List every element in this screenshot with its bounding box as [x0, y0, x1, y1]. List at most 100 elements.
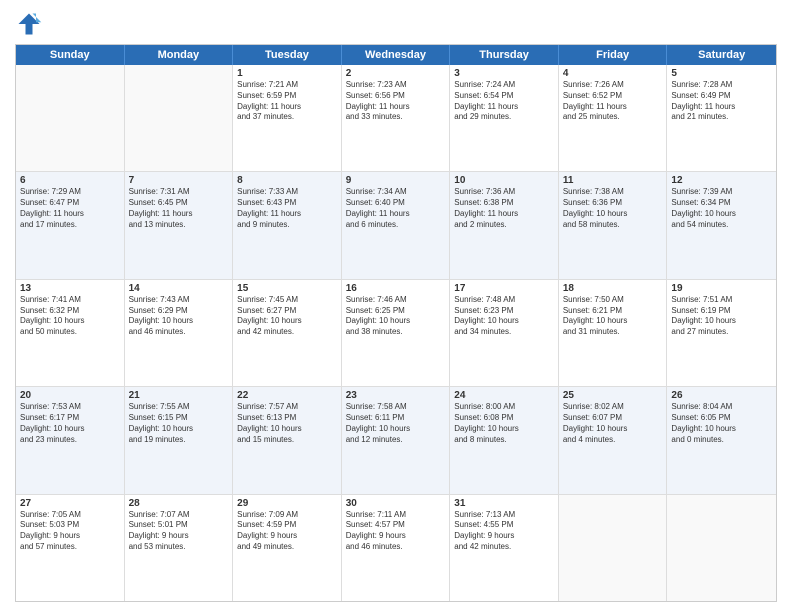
day-number: 14	[129, 283, 229, 294]
calendar-body: 1Sunrise: 7:21 AM Sunset: 6:59 PM Daylig…	[16, 65, 776, 601]
cal-cell-3-3: 23Sunrise: 7:58 AM Sunset: 6:11 PM Dayli…	[342, 387, 451, 493]
day-number: 16	[346, 283, 446, 294]
cal-cell-4-5	[559, 495, 668, 601]
cal-cell-2-1: 14Sunrise: 7:43 AM Sunset: 6:29 PM Dayli…	[125, 280, 234, 386]
cal-cell-0-4: 3Sunrise: 7:24 AM Sunset: 6:54 PM Daylig…	[450, 65, 559, 171]
cal-cell-0-0	[16, 65, 125, 171]
cell-text: Sunrise: 7:28 AM Sunset: 6:49 PM Dayligh…	[671, 80, 772, 123]
day-number: 25	[563, 390, 663, 401]
day-number: 9	[346, 175, 446, 186]
day-number: 27	[20, 498, 120, 509]
cell-text: Sunrise: 7:31 AM Sunset: 6:45 PM Dayligh…	[129, 187, 229, 230]
cal-cell-0-5: 4Sunrise: 7:26 AM Sunset: 6:52 PM Daylig…	[559, 65, 668, 171]
cal-cell-3-2: 22Sunrise: 7:57 AM Sunset: 6:13 PM Dayli…	[233, 387, 342, 493]
cal-cell-3-4: 24Sunrise: 8:00 AM Sunset: 6:08 PM Dayli…	[450, 387, 559, 493]
cal-cell-2-5: 18Sunrise: 7:50 AM Sunset: 6:21 PM Dayli…	[559, 280, 668, 386]
day-number: 6	[20, 175, 120, 186]
cal-cell-1-6: 12Sunrise: 7:39 AM Sunset: 6:34 PM Dayli…	[667, 172, 776, 278]
cell-text: Sunrise: 8:00 AM Sunset: 6:08 PM Dayligh…	[454, 402, 554, 445]
cal-cell-1-0: 6Sunrise: 7:29 AM Sunset: 6:47 PM Daylig…	[16, 172, 125, 278]
cell-text: Sunrise: 7:29 AM Sunset: 6:47 PM Dayligh…	[20, 187, 120, 230]
day-number: 4	[563, 68, 663, 79]
calendar-row-3: 20Sunrise: 7:53 AM Sunset: 6:17 PM Dayli…	[16, 387, 776, 494]
day-number: 26	[671, 390, 772, 401]
day-number: 24	[454, 390, 554, 401]
day-number: 22	[237, 390, 337, 401]
cell-text: Sunrise: 7:45 AM Sunset: 6:27 PM Dayligh…	[237, 295, 337, 338]
day-number: 19	[671, 283, 772, 294]
header-cell-sunday: Sunday	[16, 45, 125, 65]
cell-text: Sunrise: 7:50 AM Sunset: 6:21 PM Dayligh…	[563, 295, 663, 338]
cell-text: Sunrise: 7:38 AM Sunset: 6:36 PM Dayligh…	[563, 187, 663, 230]
day-number: 3	[454, 68, 554, 79]
cal-cell-0-3: 2Sunrise: 7:23 AM Sunset: 6:56 PM Daylig…	[342, 65, 451, 171]
calendar-row-1: 6Sunrise: 7:29 AM Sunset: 6:47 PM Daylig…	[16, 172, 776, 279]
cell-text: Sunrise: 7:36 AM Sunset: 6:38 PM Dayligh…	[454, 187, 554, 230]
cell-text: Sunrise: 7:05 AM Sunset: 5:03 PM Dayligh…	[20, 510, 120, 553]
cell-text: Sunrise: 7:21 AM Sunset: 6:59 PM Dayligh…	[237, 80, 337, 123]
day-number: 7	[129, 175, 229, 186]
cell-text: Sunrise: 7:43 AM Sunset: 6:29 PM Dayligh…	[129, 295, 229, 338]
cal-cell-3-1: 21Sunrise: 7:55 AM Sunset: 6:15 PM Dayli…	[125, 387, 234, 493]
cal-cell-3-5: 25Sunrise: 8:02 AM Sunset: 6:07 PM Dayli…	[559, 387, 668, 493]
logo	[15, 10, 47, 38]
day-number: 8	[237, 175, 337, 186]
cell-text: Sunrise: 8:02 AM Sunset: 6:07 PM Dayligh…	[563, 402, 663, 445]
cal-cell-2-3: 16Sunrise: 7:46 AM Sunset: 6:25 PM Dayli…	[342, 280, 451, 386]
cal-cell-1-5: 11Sunrise: 7:38 AM Sunset: 6:36 PM Dayli…	[559, 172, 668, 278]
cell-text: Sunrise: 7:46 AM Sunset: 6:25 PM Dayligh…	[346, 295, 446, 338]
cal-cell-2-4: 17Sunrise: 7:48 AM Sunset: 6:23 PM Dayli…	[450, 280, 559, 386]
day-number: 10	[454, 175, 554, 186]
calendar-row-2: 13Sunrise: 7:41 AM Sunset: 6:32 PM Dayli…	[16, 280, 776, 387]
cal-cell-3-6: 26Sunrise: 8:04 AM Sunset: 6:05 PM Dayli…	[667, 387, 776, 493]
cal-cell-1-4: 10Sunrise: 7:36 AM Sunset: 6:38 PM Dayli…	[450, 172, 559, 278]
day-number: 2	[346, 68, 446, 79]
cal-cell-4-2: 29Sunrise: 7:09 AM Sunset: 4:59 PM Dayli…	[233, 495, 342, 601]
cell-text: Sunrise: 7:55 AM Sunset: 6:15 PM Dayligh…	[129, 402, 229, 445]
day-number: 23	[346, 390, 446, 401]
cal-cell-2-6: 19Sunrise: 7:51 AM Sunset: 6:19 PM Dayli…	[667, 280, 776, 386]
day-number: 12	[671, 175, 772, 186]
cal-cell-0-6: 5Sunrise: 7:28 AM Sunset: 6:49 PM Daylig…	[667, 65, 776, 171]
cal-cell-1-3: 9Sunrise: 7:34 AM Sunset: 6:40 PM Daylig…	[342, 172, 451, 278]
cal-cell-1-2: 8Sunrise: 7:33 AM Sunset: 6:43 PM Daylig…	[233, 172, 342, 278]
cell-text: Sunrise: 7:09 AM Sunset: 4:59 PM Dayligh…	[237, 510, 337, 553]
logo-icon	[15, 10, 43, 38]
cal-cell-2-2: 15Sunrise: 7:45 AM Sunset: 6:27 PM Dayli…	[233, 280, 342, 386]
day-number: 21	[129, 390, 229, 401]
cell-text: Sunrise: 7:34 AM Sunset: 6:40 PM Dayligh…	[346, 187, 446, 230]
header-cell-wednesday: Wednesday	[342, 45, 451, 65]
cell-text: Sunrise: 7:07 AM Sunset: 5:01 PM Dayligh…	[129, 510, 229, 553]
cal-cell-0-1	[125, 65, 234, 171]
cell-text: Sunrise: 7:41 AM Sunset: 6:32 PM Dayligh…	[20, 295, 120, 338]
calendar: SundayMondayTuesdayWednesdayThursdayFrid…	[15, 44, 777, 602]
cal-cell-4-6	[667, 495, 776, 601]
header-cell-thursday: Thursday	[450, 45, 559, 65]
day-number: 18	[563, 283, 663, 294]
header-cell-saturday: Saturday	[667, 45, 776, 65]
cell-text: Sunrise: 7:33 AM Sunset: 6:43 PM Dayligh…	[237, 187, 337, 230]
cell-text: Sunrise: 7:11 AM Sunset: 4:57 PM Dayligh…	[346, 510, 446, 553]
cell-text: Sunrise: 8:04 AM Sunset: 6:05 PM Dayligh…	[671, 402, 772, 445]
day-number: 30	[346, 498, 446, 509]
cell-text: Sunrise: 7:53 AM Sunset: 6:17 PM Dayligh…	[20, 402, 120, 445]
cal-cell-4-3: 30Sunrise: 7:11 AM Sunset: 4:57 PM Dayli…	[342, 495, 451, 601]
calendar-header: SundayMondayTuesdayWednesdayThursdayFrid…	[16, 45, 776, 65]
day-number: 17	[454, 283, 554, 294]
cal-cell-4-0: 27Sunrise: 7:05 AM Sunset: 5:03 PM Dayli…	[16, 495, 125, 601]
cal-cell-3-0: 20Sunrise: 7:53 AM Sunset: 6:17 PM Dayli…	[16, 387, 125, 493]
cell-text: Sunrise: 7:26 AM Sunset: 6:52 PM Dayligh…	[563, 80, 663, 123]
day-number: 31	[454, 498, 554, 509]
calendar-row-0: 1Sunrise: 7:21 AM Sunset: 6:59 PM Daylig…	[16, 65, 776, 172]
cell-text: Sunrise: 7:13 AM Sunset: 4:55 PM Dayligh…	[454, 510, 554, 553]
cell-text: Sunrise: 7:57 AM Sunset: 6:13 PM Dayligh…	[237, 402, 337, 445]
cell-text: Sunrise: 7:24 AM Sunset: 6:54 PM Dayligh…	[454, 80, 554, 123]
header-cell-monday: Monday	[125, 45, 234, 65]
day-number: 29	[237, 498, 337, 509]
cell-text: Sunrise: 7:39 AM Sunset: 6:34 PM Dayligh…	[671, 187, 772, 230]
calendar-row-4: 27Sunrise: 7:05 AM Sunset: 5:03 PM Dayli…	[16, 495, 776, 601]
day-number: 15	[237, 283, 337, 294]
cell-text: Sunrise: 7:51 AM Sunset: 6:19 PM Dayligh…	[671, 295, 772, 338]
cal-cell-0-2: 1Sunrise: 7:21 AM Sunset: 6:59 PM Daylig…	[233, 65, 342, 171]
cal-cell-2-0: 13Sunrise: 7:41 AM Sunset: 6:32 PM Dayli…	[16, 280, 125, 386]
